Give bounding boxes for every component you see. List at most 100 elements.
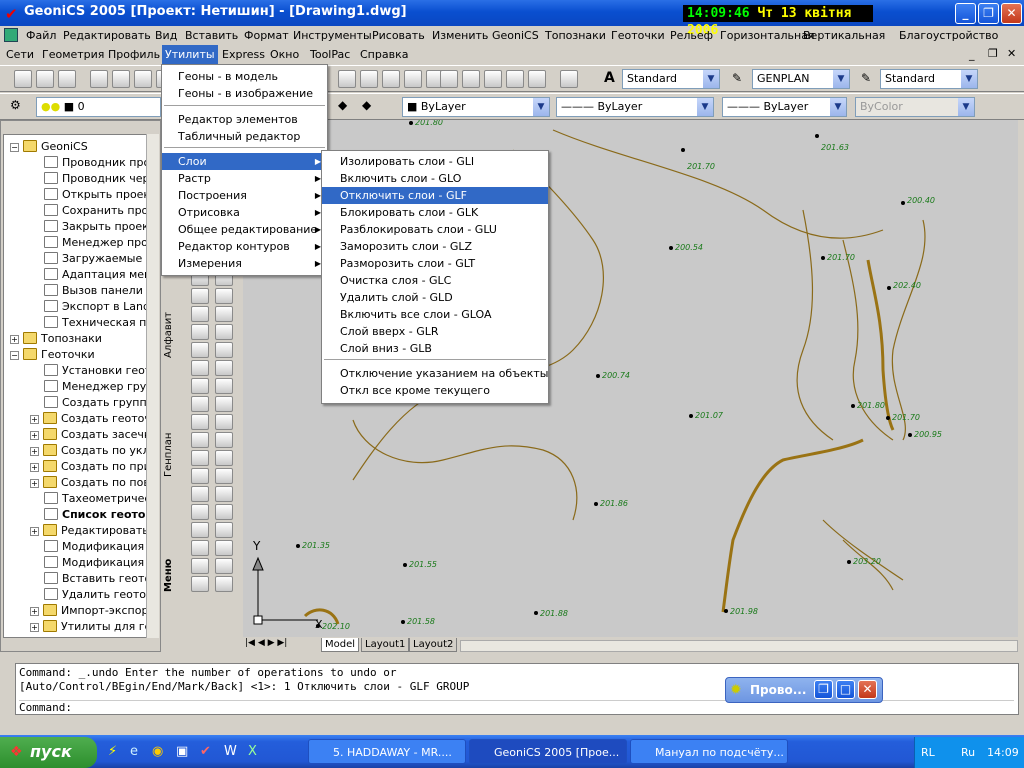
tree-item[interactable]: Проводник про [44,155,150,171]
menu-14[interactable]: Благоустройство [899,29,998,42]
draw-tool-button[interactable] [191,396,209,412]
layers-item[interactable]: Откл все кроме текущего [322,382,548,399]
toolbar-button[interactable] [528,70,546,88]
tab-layout2[interactable]: Layout2 [409,638,458,652]
menu-1[interactable]: Редактировать [63,29,151,42]
float-maximize-button[interactable]: □ [836,680,855,699]
tab-model[interactable]: Model [321,638,360,652]
tree-scrollbar[interactable] [146,134,159,638]
menu2-7[interactable]: Справка [360,48,408,61]
layers-item[interactable]: Разблокировать слои - GLU [322,221,548,238]
doc-close-icon[interactable]: ✕ [1007,47,1016,60]
tree-item[interactable]: Открыть проект [44,187,157,203]
tree-item[interactable]: Создать группу [44,395,153,411]
draw-tool-button[interactable] [215,504,233,520]
menu-5[interactable]: Инструменты [293,29,372,42]
plotstyle-combo[interactable]: ByColor ▼ [855,97,975,117]
draw-tool-button[interactable] [191,432,209,448]
menu2-6[interactable]: ToolPac [310,48,350,61]
draw-tool-button[interactable] [191,576,209,592]
layers-item[interactable]: Очистка слоя - GLC [322,272,548,289]
draw-tool-button[interactable] [215,486,233,502]
tree-item[interactable]: + Создать по укл [30,443,150,459]
toolbar-button[interactable] [484,70,502,88]
float-restore-button[interactable]: ❐ [814,680,833,699]
utilities-item[interactable]: Отрисовка ▶ [162,204,327,221]
lang-indicator-2[interactable]: Ru [961,746,975,759]
expand-icon[interactable]: + [10,335,19,344]
utilities-item[interactable]: Табличный редактор [162,128,327,145]
dim-style-combo[interactable]: GENPLAN ▼ [752,69,850,89]
task-geonics[interactable]: GeoniCS 2005 [Прое... [469,739,627,764]
layers-item[interactable]: Блокировать слои - GLK [322,204,548,221]
draw-tool-button[interactable] [191,360,209,376]
menu-2[interactable]: Вид [155,29,177,42]
tree-item[interactable]: Модификация Г [44,539,154,555]
draw-tool-button[interactable] [215,450,233,466]
expand-icon[interactable]: + [30,479,39,488]
draw-tool-button[interactable] [191,324,209,340]
utilities-item[interactable]: Геоны - в модель [162,68,327,85]
minimize-button[interactable]: _ [955,3,976,24]
menu-12[interactable]: Горизонтальная [720,29,815,42]
excel-icon[interactable]: X [248,744,257,759]
utilities-item[interactable]: Растр ▶ [162,170,327,187]
toolbar-button[interactable] [112,70,130,88]
tree-item[interactable]: + Импорт-экспор [30,603,148,619]
quicklaunch-icon[interactable]: ⚡ [108,744,117,759]
draw-tool-button[interactable] [215,342,233,358]
draw-tool-button[interactable] [191,540,209,556]
toolbar-button[interactable] [560,70,578,88]
menu-13[interactable]: Вертикальная [803,29,885,42]
doc-min-icon[interactable]: _ [969,48,975,61]
utilities-item[interactable]: Построения ▶ [162,187,327,204]
menu2-5[interactable]: Окно [270,48,299,61]
lang-indicator[interactable]: RL [921,746,935,759]
maximize-button[interactable]: ❐ [978,3,999,24]
layer-states-icon[interactable]: ◆ [362,98,371,112]
utilities-item[interactable]: Слои ▶ [162,153,327,170]
tree-item[interactable]: + Редактировать [30,523,149,539]
draw-tool-button[interactable] [191,558,209,574]
layers-item[interactable]: Включить все слои - GLOA [322,306,548,323]
menu-0[interactable]: Файл [26,29,56,42]
menu2-3[interactable]: Утилиты [162,45,218,64]
tree-item[interactable]: Загружаемые м [44,251,154,267]
draw-tool-button[interactable] [215,522,233,538]
draw-tool-button[interactable] [215,468,233,484]
tree-item[interactable]: + Создать по при [30,459,151,475]
tree-item[interactable]: Вызов панели г [44,283,152,299]
horizontal-scrollbar[interactable] [460,640,1018,652]
menu-7[interactable]: Изменить [432,29,488,42]
task-winamp[interactable]: 5. HADDAWAY - MR.... [308,739,466,764]
floating-explorer-window[interactable]: ✹ Прово... ❐ □ ✕ [725,677,883,703]
menu-4[interactable]: Формат [244,29,289,42]
desktop-icon[interactable]: ▣ [176,744,188,759]
tab-menu[interactable]: Меню [163,530,181,620]
expand-icon[interactable]: − [10,351,19,360]
text-style-combo[interactable]: Standard ▼ [622,69,720,89]
draw-tool-button[interactable] [215,288,233,304]
tree-item[interactable]: − GeoniCS [10,139,88,155]
layer-manager-icon[interactable]: ⚙ [10,98,21,112]
layers-item[interactable]: Удалить слой - GLD [322,289,548,306]
linetype-combo[interactable]: ——— ByLayer ▼ [556,97,714,117]
tree-item[interactable]: Менеджер прое [44,235,155,251]
layer-combo[interactable]: ●● ■ 0 [36,97,161,117]
draw-tool-button[interactable] [191,486,209,502]
expand-icon[interactable]: + [30,527,39,536]
doc-restore-icon[interactable]: ❐ [988,47,998,60]
app-menu-icon[interactable] [4,28,18,42]
toolbar-button[interactable] [58,70,76,88]
draw-tool-button[interactable] [215,324,233,340]
ie-icon[interactable]: e [130,744,138,759]
float-close-button[interactable]: ✕ [858,680,877,699]
utilities-item[interactable]: Геоны - в изображение [162,85,327,102]
draw-tool-button[interactable] [191,288,209,304]
draw-tool-button[interactable] [215,360,233,376]
menu-6[interactable]: Рисовать [372,29,425,42]
tree-item[interactable]: Удалить геоточ [44,587,153,603]
layers-item[interactable]: Слой вверх - GLR [322,323,548,340]
toolbar-button[interactable] [360,70,378,88]
menu-10[interactable]: Геоточки [611,29,665,42]
